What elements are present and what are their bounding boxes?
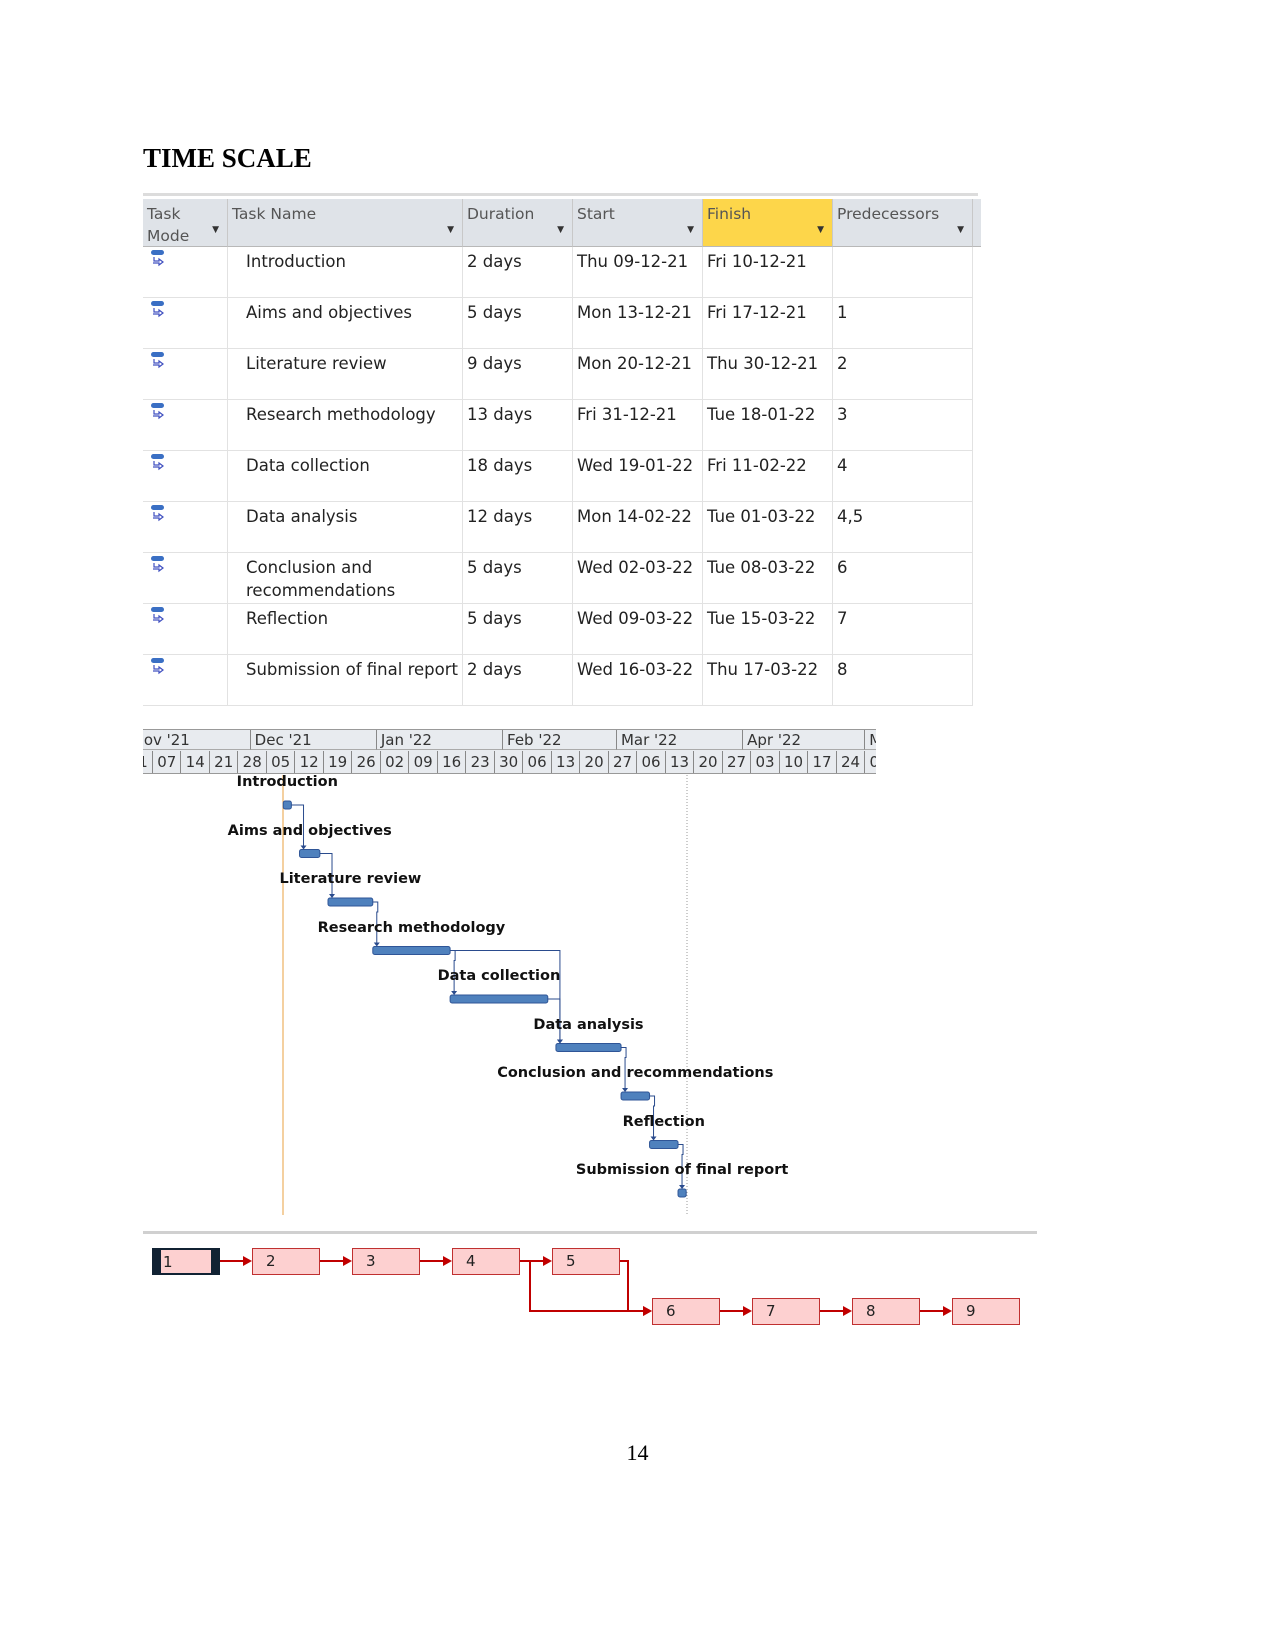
dependency-arrow-icon xyxy=(373,942,380,947)
dependency-arrow-icon xyxy=(679,1185,686,1189)
node-id: 8 xyxy=(866,1302,876,1320)
network-arrow-icon xyxy=(343,1256,352,1266)
dependency-arrow-icon xyxy=(650,1136,657,1141)
gantt-bar xyxy=(299,849,321,858)
dependency-arrow-icon xyxy=(451,991,458,995)
network-arrow-icon xyxy=(843,1306,852,1316)
node-id: 9 xyxy=(966,1302,976,1320)
network-arrow-icon xyxy=(943,1306,952,1316)
node-id: 7 xyxy=(766,1302,776,1320)
network-arrow-icon xyxy=(543,1256,552,1266)
network-node[interactable]: 4 xyxy=(452,1248,520,1275)
network-node[interactable]: 3 xyxy=(352,1248,420,1275)
gantt-bar xyxy=(449,994,549,1004)
node-id: 6 xyxy=(666,1302,676,1320)
network-node[interactable]: 6 xyxy=(652,1298,720,1325)
network-arrow-icon xyxy=(743,1306,752,1316)
network-node[interactable]: 2 xyxy=(252,1248,320,1275)
node-id: 1 xyxy=(163,1253,173,1271)
dependency-arrow-icon xyxy=(329,894,336,898)
dependency-arrow-icon xyxy=(300,845,307,850)
gantt-bar xyxy=(327,897,374,907)
gantt-bar xyxy=(372,946,451,955)
gantt-bar xyxy=(620,1091,651,1101)
network-arrow-icon xyxy=(443,1256,452,1266)
gantt-bar xyxy=(649,1140,679,1149)
gantt-bar-label: Introduction xyxy=(236,774,338,790)
divider xyxy=(143,1231,1037,1234)
gantt-bar-label: Data collection xyxy=(437,968,561,984)
gantt-bar-label: Research methodology xyxy=(317,919,506,936)
gantt-chart xyxy=(220,775,952,1316)
network-arrow-icon xyxy=(643,1306,652,1316)
dependency-arrow-icon xyxy=(556,1039,563,1044)
gantt-bar-label: Reflection xyxy=(622,1113,705,1130)
gantt-bar-label: Literature review xyxy=(279,871,422,887)
gantt-bar-label: Aims and objectives xyxy=(227,822,392,839)
network-node[interactable]: 5 xyxy=(552,1248,620,1275)
network-node[interactable]: 9 xyxy=(952,1298,1020,1325)
node-id: 4 xyxy=(466,1252,476,1270)
network-link xyxy=(620,1260,645,1312)
network-node[interactable]: 8 xyxy=(852,1298,920,1325)
dependency-arrow-icon xyxy=(622,1088,629,1092)
gantt-bar xyxy=(282,800,292,810)
gantt-bar-label: Submission of final report xyxy=(575,1162,789,1178)
page-number: 14 xyxy=(626,1440,649,1465)
network-node[interactable]: 1 xyxy=(152,1248,220,1275)
network-arrow-icon xyxy=(243,1256,252,1266)
gantt-bar xyxy=(677,1188,687,1198)
gantt-bar xyxy=(555,1043,622,1052)
document-page: TIME SCALE Task Mode ▼ Task Name ▼ Duration ▼… xyxy=(0,0,1275,1650)
node-id: 2 xyxy=(266,1252,276,1270)
gantt-bar-label: Conclusion and recommendations xyxy=(497,1065,774,1081)
network-node[interactable]: 7 xyxy=(752,1298,820,1325)
node-id: 3 xyxy=(366,1252,376,1270)
node-id: 5 xyxy=(566,1252,576,1270)
gantt-bar-label: Data analysis xyxy=(533,1016,644,1033)
